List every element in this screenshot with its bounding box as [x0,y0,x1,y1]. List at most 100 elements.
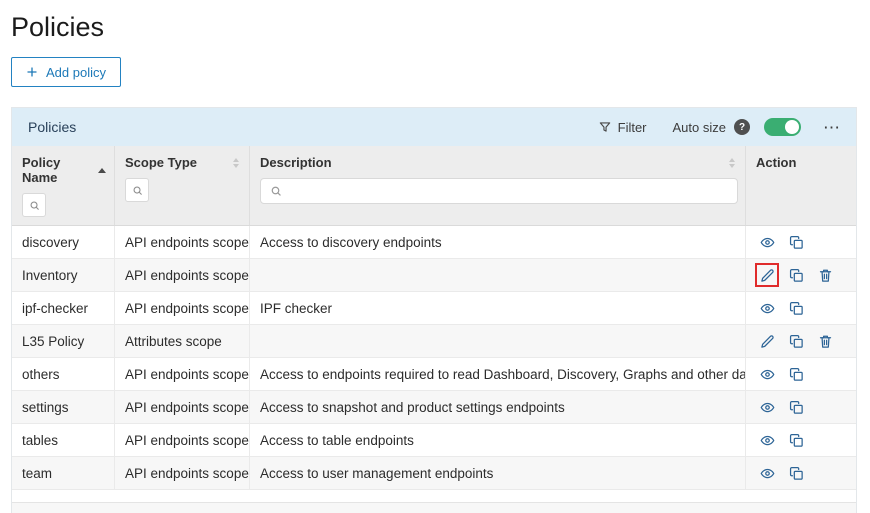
column-header-description[interactable]: Description [260,155,737,170]
table-row-ipf-checker: ipf-checker API endpoints scope IPF chec… [12,292,856,325]
scope-type-search-input[interactable] [125,178,149,202]
scope-type-cell: Attributes scope [115,325,250,357]
policy-name-cell: team [12,457,115,489]
table-row-settings: settings API endpoints scope Access to s… [12,391,856,424]
column-label: Scope Type [125,155,197,170]
column-description: Description [250,146,746,225]
scope-type-cell: API endpoints scope [115,391,250,423]
scope-type-cell: API endpoints scope [115,424,250,456]
help-icon[interactable]: ? [734,119,750,135]
description-search-box [260,178,738,204]
column-scope-type: Scope Type [115,146,250,225]
panel-header: Policies Filter Auto size ? ⋯ [12,108,856,146]
view-policy-button[interactable] [759,432,775,448]
view-policy-button[interactable] [759,300,775,316]
table-footer: 8 items total [12,502,856,513]
scope-type-cell: API endpoints scope [115,292,250,324]
scope-type-cell: API endpoints scope [115,358,250,390]
panel-title: Policies [28,119,76,135]
add-policy-button[interactable]: Add policy [11,57,121,87]
action-cell [746,226,856,258]
copy-icon [789,433,804,448]
view-policy-button[interactable] [759,234,775,250]
eye-icon [760,301,775,316]
description-search-input[interactable] [289,184,728,199]
sort-icon [729,158,737,168]
column-header-scope-type[interactable]: Scope Type [125,155,241,170]
description-cell: Access to discovery endpoints [250,226,746,258]
copy-policy-button[interactable] [788,300,804,316]
copy-policy-button[interactable] [788,465,804,481]
toggle-knob [785,120,799,134]
filter-icon [598,120,612,134]
scope-type-cell: API endpoints scope [115,226,250,258]
copy-icon [789,367,804,382]
add-policy-label: Add policy [46,65,106,80]
pencil-icon [760,334,775,349]
autosize-label: Auto size [673,120,726,135]
table-header: Policy Name Scope Type [12,146,856,226]
trash-icon [818,268,833,283]
action-cell [746,292,856,324]
policy-name-cell: others [12,358,115,390]
edit-policy-button-highlighted[interactable] [759,267,775,283]
table-body: discovery API endpoints scope Access to … [12,226,856,490]
sort-ascending-icon [98,168,106,173]
policies-page: Policies Add policy Policies Filter Auto… [0,0,870,513]
page-title: Policies [11,12,857,43]
table-row-tables: tables API endpoints scope Access to tab… [12,424,856,457]
copy-icon [789,466,804,481]
action-cell [746,457,856,489]
description-cell [250,259,746,291]
table-row-inventory: Inventory API endpoints scope [12,259,856,292]
autosize-control: Auto size ? [673,118,801,136]
description-cell: Access to endpoints required to read Das… [250,358,746,390]
table-row-team: team API endpoints scope Access to user … [12,457,856,490]
column-policy-name: Policy Name [12,146,115,225]
sort-icon [233,158,241,168]
autosize-toggle[interactable] [764,118,801,136]
scope-type-cell: API endpoints scope [115,457,250,489]
search-icon [29,200,40,211]
policy-name-cell: L35 Policy [12,325,115,357]
copy-icon [789,334,804,349]
eye-icon [760,400,775,415]
description-cell: IPF checker [250,292,746,324]
view-policy-button[interactable] [759,366,775,382]
copy-policy-button[interactable] [788,333,804,349]
delete-policy-button[interactable] [817,267,833,283]
copy-policy-button[interactable] [788,432,804,448]
filter-button[interactable]: Filter [598,120,647,135]
policy-name-cell: discovery [12,226,115,258]
view-policy-button[interactable] [759,399,775,415]
filter-label: Filter [618,120,647,135]
policy-name-search-input[interactable] [22,193,46,217]
copy-policy-button[interactable] [788,366,804,382]
copy-icon [789,268,804,283]
plus-icon [26,66,38,78]
delete-policy-button[interactable] [817,333,833,349]
copy-policy-button[interactable] [788,234,804,250]
action-cell [746,259,856,291]
scope-type-cell: API endpoints scope [115,259,250,291]
column-label: Action [756,155,796,170]
action-cell [746,391,856,423]
description-cell [250,325,746,357]
action-cell [746,424,856,456]
panel-gap [12,490,856,502]
policy-name-cell: tables [12,424,115,456]
column-header-policy-name[interactable]: Policy Name [22,155,106,185]
edit-policy-button[interactable] [759,333,775,349]
column-label: Description [260,155,332,170]
search-icon [132,185,143,196]
description-cell: Access to user management endpoints [250,457,746,489]
table-row-others: others API endpoints scope Access to end… [12,358,856,391]
policy-name-cell: ipf-checker [12,292,115,324]
copy-policy-button[interactable] [788,399,804,415]
copy-policy-button[interactable] [788,267,804,283]
view-policy-button[interactable] [759,465,775,481]
copy-icon [789,235,804,250]
trash-icon [818,334,833,349]
ellipsis-icon[interactable]: ⋯ [823,119,840,136]
eye-icon [760,235,775,250]
